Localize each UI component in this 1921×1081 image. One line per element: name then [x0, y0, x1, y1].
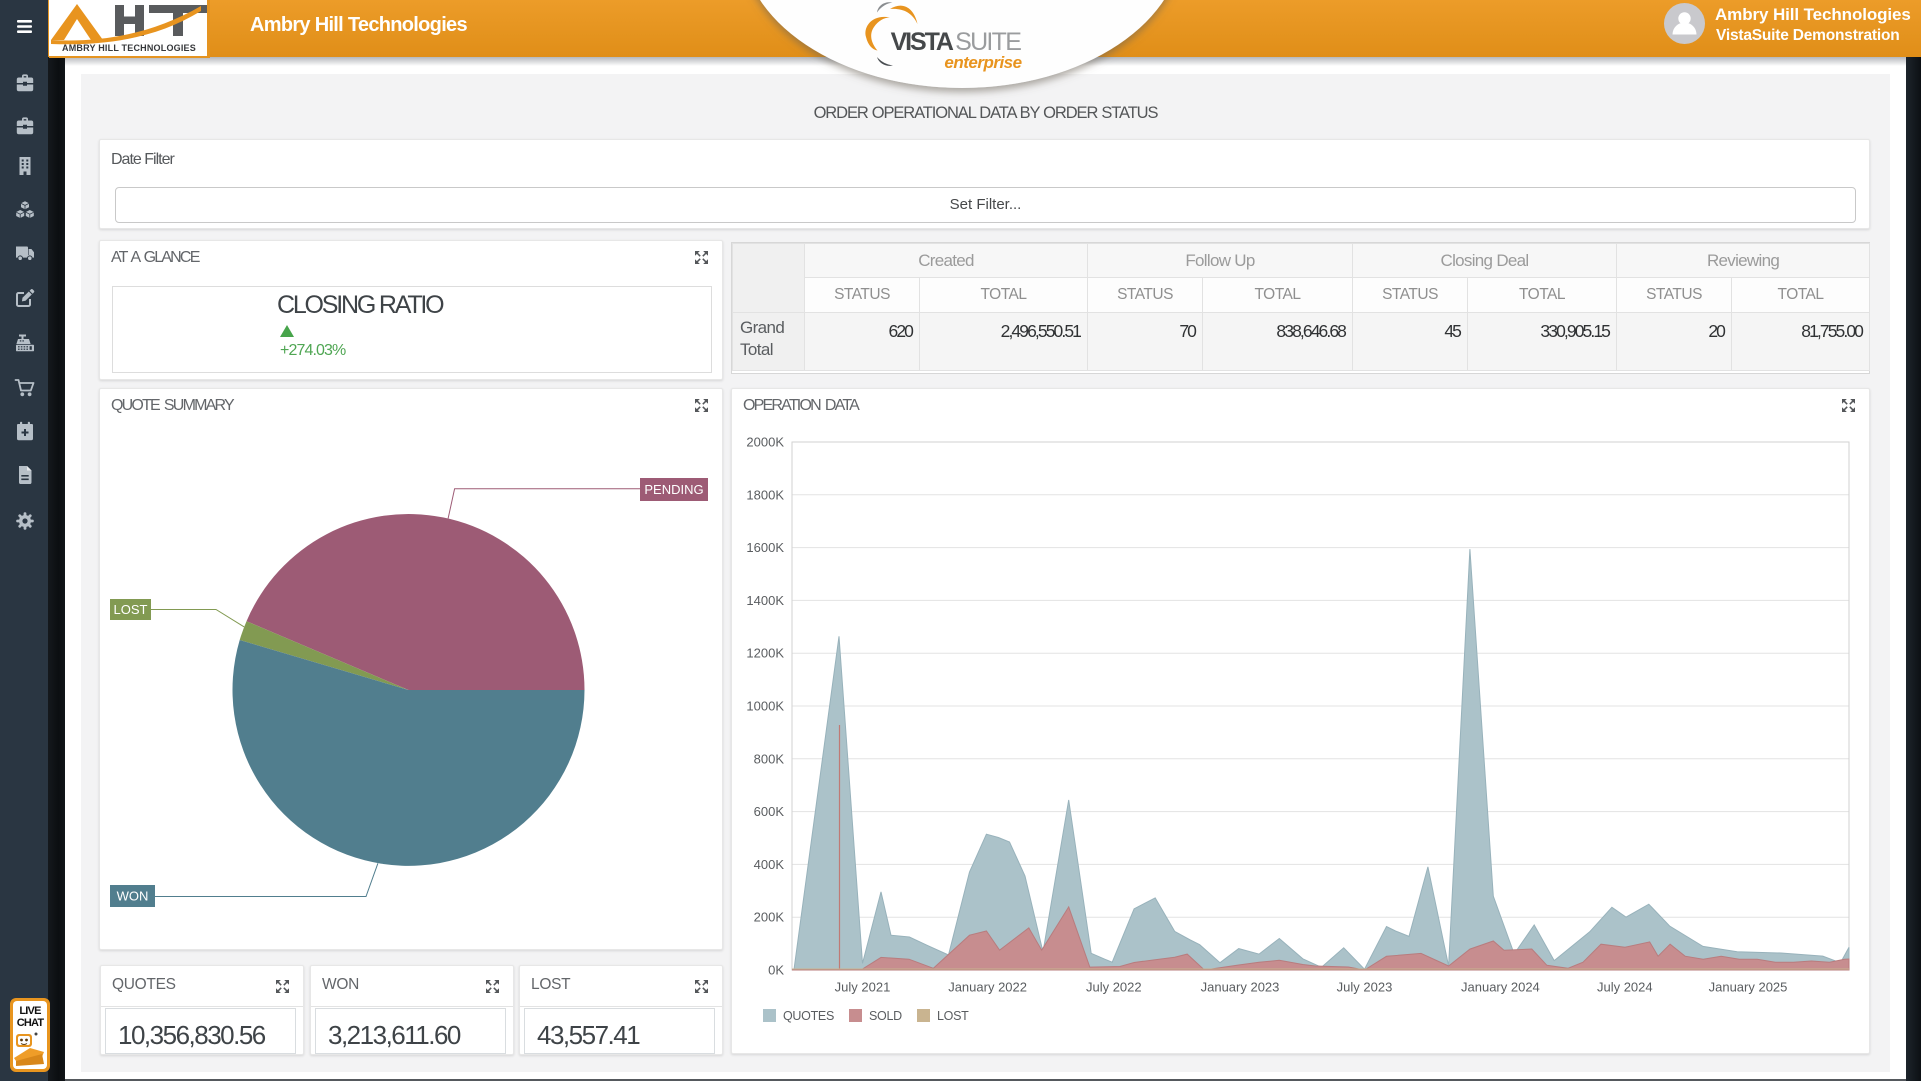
svg-text:LOST: LOST — [114, 602, 148, 617]
svg-text:January 2022: January 2022 — [948, 980, 1027, 995]
svg-text:LOST: LOST — [937, 1009, 969, 1023]
svg-text:PENDING: PENDING — [644, 482, 703, 497]
svg-text:2000K: 2000K — [746, 435, 784, 450]
svg-text:July 2021: July 2021 — [835, 980, 891, 995]
svg-text:0K: 0K — [768, 963, 784, 978]
svg-text:January 2024: January 2024 — [1461, 980, 1540, 995]
svg-text:July 2023: July 2023 — [1337, 980, 1393, 995]
svg-text:400K: 400K — [754, 857, 785, 872]
svg-text:July 2022: July 2022 — [1086, 980, 1142, 995]
svg-text:SOLD: SOLD — [869, 1009, 902, 1023]
svg-text:600K: 600K — [754, 804, 785, 819]
svg-text:1200K: 1200K — [746, 646, 784, 661]
svg-text:WON: WON — [117, 889, 149, 904]
svg-text:July 2024: July 2024 — [1597, 980, 1653, 995]
svg-text:January 2023: January 2023 — [1201, 980, 1280, 995]
svg-text:enterprise: enterprise — [944, 53, 1021, 72]
svg-text:1400K: 1400K — [746, 593, 784, 608]
svg-text:200K: 200K — [754, 910, 785, 925]
svg-text:January 2025: January 2025 — [1709, 980, 1788, 995]
svg-text:VISTA: VISTA — [891, 28, 954, 56]
svg-text:AMBRY HILL TECHNOLOGIES: AMBRY HILL TECHNOLOGIES — [62, 43, 196, 53]
svg-text:1600K: 1600K — [746, 540, 784, 555]
svg-text:1800K: 1800K — [746, 487, 784, 502]
svg-text:LIVE: LIVE — [19, 1005, 41, 1017]
svg-text:CHAT: CHAT — [17, 1017, 45, 1029]
svg-text:800K: 800K — [754, 751, 785, 766]
svg-text:SUITE: SUITE — [955, 28, 1021, 56]
svg-text:QUOTES: QUOTES — [783, 1009, 834, 1023]
svg-text:1000K: 1000K — [746, 699, 784, 714]
